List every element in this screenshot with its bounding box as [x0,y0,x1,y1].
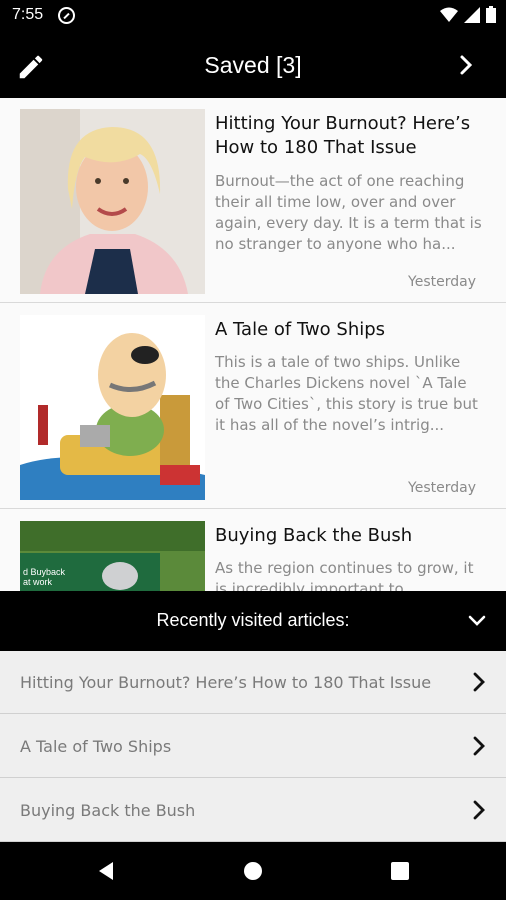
article-title: Hitting Your Burnout? Here’s How to 180 … [215,113,471,158]
recent-item[interactable]: A Tale of Two Ships [0,715,506,778]
home-icon[interactable] [242,860,264,882]
page-title: Saved [3] [204,52,302,78]
article-thumbnail [20,315,205,500]
recent-item-label: Hitting Your Burnout? Here’s How to 180 … [20,673,432,692]
saved-articles-list: Hitting Your Burnout? Here’s How to 180 … [0,98,506,591]
article-card[interactable]: Hitting Your Burnout? Here’s How to 180 … [0,98,506,303]
article-snippet: As the region continues to grow, it is i… [215,559,474,591]
status-bar: 7:55 [0,0,506,32]
article-card[interactable]: d Buyback at work Buying Back the Bush A… [0,510,506,591]
article-snippet: Burnout—the act of one reaching their al… [215,172,482,253]
sync-icon [58,7,75,24]
article-card[interactable]: A Tale of Two Ships This is a tale of tw… [0,304,506,509]
recent-item[interactable]: Hitting Your Burnout? Here’s How to 180 … [0,651,506,714]
article-date: Yesterday [408,274,476,290]
app-bar: Saved [3] [0,32,506,98]
status-icons [440,6,496,23]
signal-icon [464,6,480,23]
next-button[interactable] [454,52,478,78]
recents-icon[interactable] [389,860,411,882]
system-nav-bar [0,842,506,900]
collapse-button[interactable] [466,609,488,631]
wifi-icon [440,7,458,22]
chevron-right-icon [473,672,485,692]
recent-item-label: A Tale of Two Ships [20,737,172,756]
article-title: Buying Back the Bush [215,525,413,546]
article-thumbnail: d Buyback at work [20,521,205,591]
status-time: 7:55 [12,6,44,23]
thumbnail-caption: d Buyback at work [23,567,66,587]
chevron-right-icon [473,800,485,820]
chevron-down-icon [468,615,486,626]
recent-item-label: Buying Back the Bush [20,801,196,820]
article-date: Yesterday [408,480,476,496]
recent-articles-list: Hitting Your Burnout? Here’s How to 180 … [0,651,506,842]
back-icon[interactable] [95,860,117,882]
article-title: A Tale of Two Ships [215,319,386,340]
recent-articles-title: Recently visited articles: [156,610,350,630]
recent-articles-header[interactable]: Recently visited articles: [0,591,506,651]
article-snippet: This is a tale of two ships. Unlike the … [215,353,478,434]
chevron-right-icon [460,55,473,75]
article-thumbnail [20,109,205,294]
chevron-right-icon [473,736,485,756]
recent-item[interactable]: Buying Back the Bush [0,779,506,842]
battery-icon [486,6,496,23]
